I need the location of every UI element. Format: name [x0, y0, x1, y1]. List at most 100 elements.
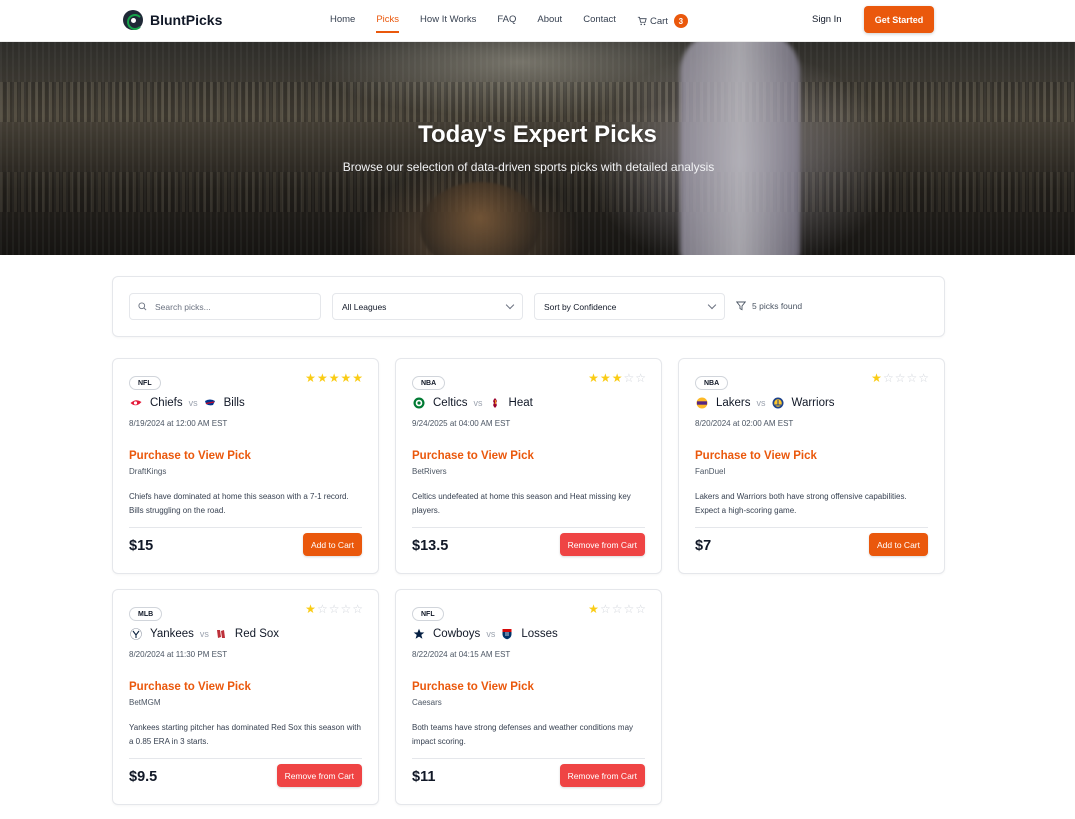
pick-description: Lakers and Warriors both have strong off…	[695, 492, 907, 515]
nav-link-contact[interactable]: Contact	[583, 14, 616, 28]
league-badge: MLB	[129, 607, 163, 621]
purchase-to-view-link[interactable]: Purchase to View Pick	[129, 681, 251, 693]
chevron-down-icon	[505, 300, 515, 310]
confidence-rating: ★ ☆ ☆ ☆ ☆	[588, 603, 646, 615]
star-filled-icon: ★	[871, 371, 882, 385]
nav-link-home[interactable]: Home	[330, 14, 355, 28]
league-select[interactable]: All Leagues	[332, 293, 523, 320]
remove-from-cart-button[interactable]: Remove from Cart	[559, 764, 645, 787]
logo-icon	[123, 10, 143, 30]
hero-subtitle: Browse our selection of data-driven spor…	[342, 160, 715, 174]
star-empty-icon: ☆	[635, 602, 646, 616]
red-sox-logo-icon	[215, 628, 227, 640]
nav-link-faq[interactable]: FAQ	[497, 14, 516, 28]
pick-card[interactable]: NBA ★ ★ ★ ☆ ☆ Celtics vs Heat 9/24/2025 at 04:00 …	[395, 358, 662, 574]
team-home: Chiefs	[150, 397, 183, 409]
pick-price: $15	[129, 538, 154, 554]
confidence-rating: ★ ★ ★ ☆ ☆	[588, 372, 646, 384]
hero-title: Today's Expert Picks	[418, 121, 657, 148]
pick-card[interactable]: MLB ★ ☆ ☆ ☆ ☆ Yankees vs Red Sox 8/20/2024 at 11:…	[112, 589, 379, 805]
star-empty-icon: ☆	[906, 371, 918, 385]
cowboys-logo-icon	[413, 628, 425, 640]
pick-description: Celtics undefeated at home this season a…	[412, 492, 631, 515]
pick-description: Yankees starting pitcher has dominated R…	[129, 723, 361, 746]
pick-price: $7	[695, 538, 712, 554]
team-home: Lakers	[716, 397, 751, 409]
nav-link-how-it-works[interactable]: How It Works	[420, 14, 476, 28]
star-empty-icon: ☆	[635, 371, 646, 385]
hero-banner: Today's Expert Picks Browse our selectio…	[0, 42, 1075, 255]
top-navbar: BluntPicks Home Picks How It Works FAQ A…	[0, 0, 1075, 42]
nav-link-picks[interactable]: Picks	[376, 14, 399, 33]
matchup: Lakers vs Warriors	[696, 397, 835, 409]
star-filled-icon: ★	[588, 602, 599, 616]
pick-card[interactable]: NBA ★ ☆ ☆ ☆ ☆ Lakers vs Warriors 8/20/2024 at 02:…	[678, 358, 945, 574]
remove-from-cart-button[interactable]: Remove from Cart	[276, 764, 362, 787]
star-empty-icon: ☆	[599, 602, 611, 616]
nfl-shield-icon	[501, 628, 513, 640]
card-divider	[695, 527, 928, 528]
matchup: Chiefs vs Bills	[130, 397, 245, 409]
brand-logo[interactable]: BluntPicks	[123, 10, 222, 30]
get-started-button[interactable]: Get Started	[864, 6, 934, 33]
add-to-cart-button[interactable]: Add to Cart	[869, 533, 928, 556]
pick-price: $9.5	[129, 769, 158, 785]
team-away: Warriors	[791, 397, 835, 409]
matchup: Yankees vs Red Sox	[130, 628, 279, 640]
nav-links: Home Picks How It Works FAQ About Contac…	[330, 14, 709, 33]
nav-link-cart[interactable]: Cart 3	[637, 14, 688, 28]
vs-label: vs	[473, 398, 483, 408]
nav-link-about[interactable]: About	[537, 14, 562, 28]
card-divider	[129, 527, 362, 528]
purchase-to-view-link[interactable]: Purchase to View Pick	[412, 450, 534, 462]
warriors-logo-icon	[772, 397, 784, 409]
pick-description: Chiefs have dominated at home this seaso…	[129, 492, 349, 515]
filter-icon	[736, 301, 746, 311]
league-badge: NFL	[412, 607, 444, 621]
card-divider	[412, 758, 645, 759]
results-count-text: 5 picks found	[752, 301, 803, 311]
cart-icon	[637, 16, 647, 26]
vs-label: vs	[199, 629, 209, 639]
purchase-to-view-link[interactable]: Purchase to View Pick	[129, 450, 251, 462]
results-count: 5 picks found	[736, 301, 802, 311]
vs-label: vs	[756, 398, 766, 408]
star-empty-icon: ☆	[623, 371, 635, 385]
league-badge: NFL	[129, 376, 161, 390]
confidence-rating: ★ ★ ★ ★ ★	[305, 372, 363, 384]
star-empty-icon: ☆	[316, 602, 328, 616]
cart-label: Cart	[649, 15, 668, 27]
star-empty-icon: ☆	[352, 602, 363, 616]
sign-in-link[interactable]: Sign In	[812, 14, 842, 25]
game-date: 8/20/2024 at 11:30 PM EST	[129, 650, 228, 659]
game-date: 9/24/2025 at 04:00 AM EST	[412, 419, 511, 428]
cart-count-badge: 3	[673, 14, 688, 28]
sportsbook-name: DraftKings	[129, 467, 167, 476]
purchase-to-view-link[interactable]: Purchase to View Pick	[695, 450, 817, 462]
purchase-to-view-link[interactable]: Purchase to View Pick	[412, 681, 534, 693]
league-badge: NBA	[412, 376, 446, 390]
search-icon	[138, 302, 147, 311]
sort-select-value: Sort by Confidence	[544, 301, 617, 312]
team-home: Celtics	[433, 397, 468, 409]
pick-card[interactable]: NFL ★ ☆ ☆ ☆ ☆ Cowboys vs Losses 8/22/2024 at 04:1…	[395, 589, 662, 805]
pick-card[interactable]: NFL ★ ★ ★ ★ ★ Chiefs vs Bills 8/19/2024 at 12:00 …	[112, 358, 379, 574]
yankees-logo-icon	[130, 628, 142, 640]
matchup: Cowboys vs Losses	[413, 628, 558, 640]
star-filled-icon: ★	[340, 371, 352, 385]
team-away: Bills	[223, 397, 245, 409]
lakers-logo-icon	[696, 397, 708, 409]
star-empty-icon: ☆	[882, 371, 894, 385]
remove-from-cart-button[interactable]: Remove from Cart	[559, 533, 645, 556]
star-filled-icon: ★	[352, 371, 363, 385]
star-empty-icon: ☆	[328, 602, 340, 616]
add-to-cart-button[interactable]: Add to Cart	[303, 533, 362, 556]
heat-logo-icon	[489, 397, 501, 409]
team-away: Red Sox	[234, 628, 280, 640]
search-box[interactable]	[129, 293, 321, 320]
celtics-logo-icon	[413, 397, 425, 409]
confidence-rating: ★ ☆ ☆ ☆ ☆	[305, 603, 363, 615]
sort-select[interactable]: Sort by Confidence	[534, 293, 725, 320]
search-input[interactable]	[155, 301, 305, 312]
pick-description: Both teams have strong defenses and weat…	[412, 723, 634, 746]
